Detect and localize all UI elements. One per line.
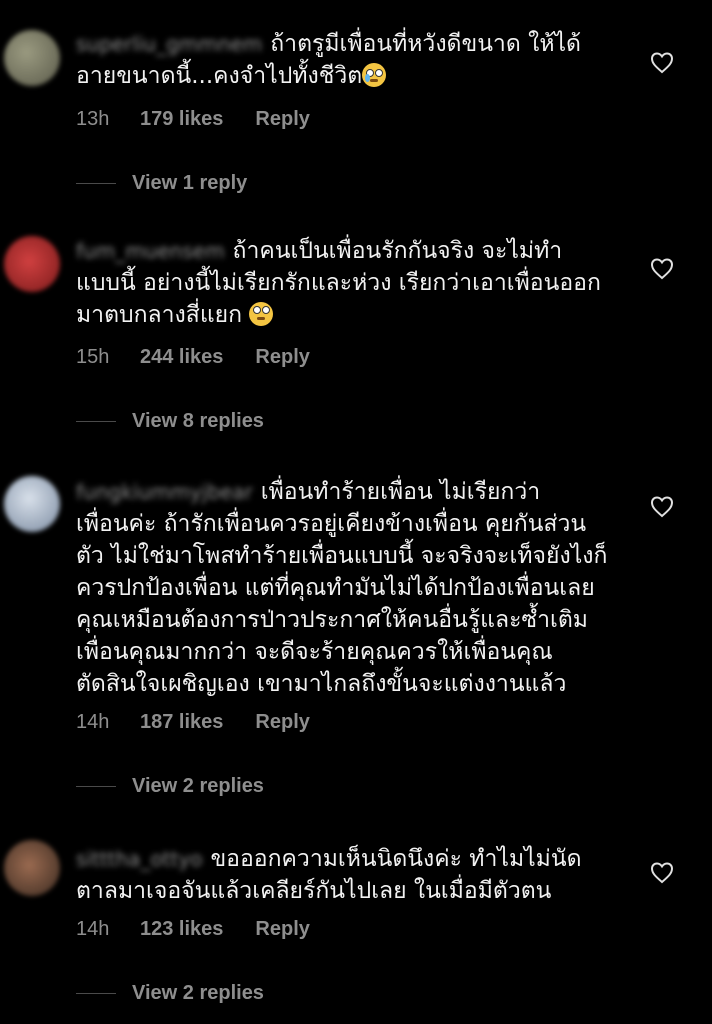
- divider: [76, 183, 116, 184]
- divider: [76, 421, 116, 422]
- heart-icon[interactable]: [650, 52, 674, 74]
- username[interactable]: sitttha_ottyo: [76, 843, 202, 875]
- comment-text-rest: แบบนี้ อย่างนี้ไม่เรียกรักและห่วง เรียกว…: [76, 270, 601, 328]
- view-replies-label: View 2 replies: [132, 775, 264, 797]
- avatar[interactable]: [4, 30, 60, 86]
- view-replies-label: View 1 reply: [132, 172, 248, 194]
- reply-button[interactable]: Reply: [255, 346, 309, 369]
- view-replies-button[interactable]: View 2 replies: [76, 982, 264, 1005]
- heart-icon[interactable]: [650, 862, 674, 884]
- likes-count[interactable]: 123 likes: [140, 918, 223, 941]
- comment-text: fum_muensem ถ้าคนเป็นเพื่อนรักกันจริง จะไ…: [76, 235, 636, 331]
- crying-face-icon: [362, 63, 387, 87]
- timestamp: 14h: [76, 918, 110, 940]
- username[interactable]: superliu_gmmnem: [76, 28, 262, 60]
- view-replies-button[interactable]: View 8 replies: [76, 410, 264, 433]
- view-replies-button[interactable]: View 1 reply: [76, 172, 247, 195]
- eye-roll-face-icon: [249, 302, 274, 326]
- comment-text-line: ถ้าคนเป็นเพื่อนรักกันจริง จะไม่ทำ: [232, 238, 563, 264]
- comment-text-line: เพื่อนทำร้ายเพื่อน ไม่เรียกว่า: [260, 479, 541, 505]
- comment-meta: 14h 187 likes Reply: [76, 711, 310, 734]
- reply-button[interactable]: Reply: [255, 711, 309, 734]
- likes-count[interactable]: 187 likes: [140, 711, 223, 734]
- comment-text: superliu_gmmnem ถ้าตรูมีเพื่อนที่หวังดีขน…: [76, 28, 636, 92]
- comment-text-line: ถ้าตรูมีเพื่อนที่หวังดีขนาด ให้ได้: [270, 31, 581, 57]
- heart-icon[interactable]: [650, 258, 674, 280]
- comment-meta: 14h 123 likes Reply: [76, 918, 310, 941]
- view-replies-label: View 2 replies: [132, 982, 264, 1004]
- divider: [76, 786, 116, 787]
- avatar[interactable]: [4, 840, 60, 896]
- timestamp: 15h: [76, 346, 110, 368]
- comment-meta: 13h 179 likes Reply: [76, 108, 310, 131]
- timestamp: 14h: [76, 711, 110, 733]
- avatar[interactable]: [4, 236, 60, 292]
- view-replies-label: View 8 replies: [132, 410, 264, 432]
- heart-icon[interactable]: [650, 496, 674, 518]
- comment-text-line: ขอออกความเห็นนิดนึงค่ะ ทำไมไม่นัด: [210, 846, 582, 872]
- likes-count[interactable]: 244 likes: [140, 346, 223, 369]
- comment-text-rest: อายขนาดนี้...คงจำไปทั้งชีวิต: [76, 63, 363, 89]
- comment-meta: 15h 244 likes Reply: [76, 346, 310, 369]
- comment-text: sitttha_ottyo ขอออกความเห็นนิดนึงค่ะ ทำไม…: [76, 843, 636, 907]
- reply-button[interactable]: Reply: [255, 918, 309, 941]
- likes-count[interactable]: 179 likes: [140, 108, 223, 131]
- reply-button[interactable]: Reply: [255, 108, 309, 131]
- username[interactable]: fungkiummyjbear: [76, 476, 253, 508]
- divider: [76, 993, 116, 994]
- timestamp: 13h: [76, 108, 110, 130]
- avatar[interactable]: [4, 476, 60, 532]
- comment-text-rest: ตาลมาเจอจันแล้วเคลียร์กันไปเลย ในเมื่อมี…: [76, 878, 552, 904]
- comment-text-rest: เพื่อนค่ะ ถ้ารักเพื่อนควรอยู่เคียงข้างเพ…: [76, 511, 608, 697]
- view-replies-button[interactable]: View 2 replies: [76, 775, 264, 798]
- username[interactable]: fum_muensem: [76, 235, 225, 267]
- comment-text: fungkiummyjbear เพื่อนทำร้ายเพื่อน ไม่เรี…: [76, 476, 636, 700]
